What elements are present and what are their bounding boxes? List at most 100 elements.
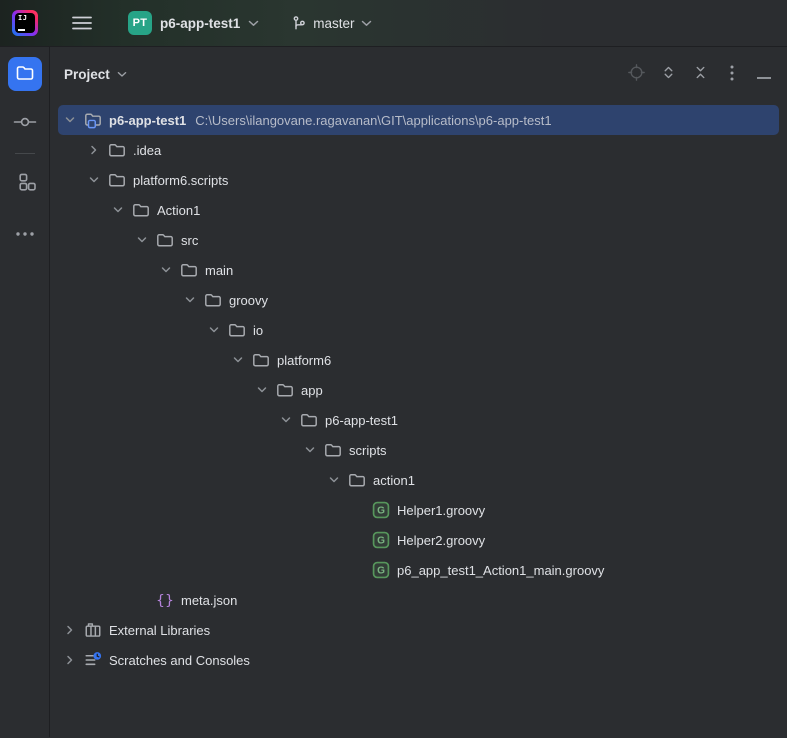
folder-icon bbox=[300, 411, 318, 429]
tree-row[interactable]: groovy bbox=[58, 285, 779, 315]
project-view-selector[interactable]: Project bbox=[64, 67, 127, 82]
tree-row[interactable]: G Helper2.groovy bbox=[58, 525, 779, 555]
folder-icon bbox=[15, 63, 35, 86]
tree-item-label: src bbox=[181, 232, 199, 248]
tree-row[interactable]: Action1 bbox=[58, 195, 779, 225]
expand-all-icon bbox=[661, 64, 676, 84]
folder-icon bbox=[204, 291, 222, 309]
chevron-down-icon[interactable] bbox=[254, 382, 270, 398]
library-icon bbox=[84, 621, 102, 639]
tree-row[interactable]: External Libraries bbox=[58, 615, 779, 645]
branch-name: master bbox=[313, 15, 355, 31]
minimize-icon bbox=[756, 67, 772, 82]
git-branch-icon bbox=[293, 16, 306, 30]
chevron-down-icon[interactable] bbox=[86, 172, 102, 188]
project-panel-header: Project bbox=[50, 47, 787, 101]
hamburger-menu-icon[interactable] bbox=[72, 15, 92, 31]
collapse-all-icon bbox=[693, 64, 708, 84]
tree-row[interactable]: .idea bbox=[58, 135, 779, 165]
project-selector[interactable]: PT p6-app-test1 bbox=[122, 7, 265, 39]
commit-icon bbox=[13, 110, 37, 137]
commit-tool-button[interactable] bbox=[8, 106, 42, 140]
folder-icon bbox=[252, 351, 270, 369]
tree-item-label: io bbox=[253, 322, 264, 338]
svg-text:{: { bbox=[156, 593, 164, 609]
locate-file-button[interactable] bbox=[626, 64, 646, 84]
tree-item-label: Helper1.groovy bbox=[397, 502, 486, 518]
tree-item-label: main bbox=[205, 262, 234, 278]
project-tool-button[interactable] bbox=[7, 57, 42, 91]
folder-icon bbox=[132, 201, 150, 219]
more-tools-button[interactable] bbox=[8, 215, 42, 249]
chevron-down-icon[interactable] bbox=[230, 352, 246, 368]
main-toolbar: IJ PT p6-app-test1 master bbox=[0, 0, 787, 47]
chevron-down-icon[interactable] bbox=[278, 412, 294, 428]
chevron-down-icon[interactable] bbox=[158, 262, 174, 278]
folder-icon bbox=[348, 471, 366, 489]
tree-item-label: p6-app-test1 bbox=[325, 412, 398, 428]
tree-row[interactable]: main bbox=[58, 255, 779, 285]
collapse-all-button[interactable] bbox=[690, 64, 710, 84]
tree-item-label: p6-app-test1 bbox=[109, 112, 187, 128]
structure-tool-button[interactable] bbox=[8, 166, 42, 200]
folder-icon bbox=[324, 441, 342, 459]
tree-item-label: .idea bbox=[133, 142, 162, 158]
svg-text:G: G bbox=[377, 566, 385, 577]
tree-item-label: action1 bbox=[373, 472, 415, 488]
chevron-right-icon[interactable] bbox=[62, 622, 78, 638]
tree-item-label: Action1 bbox=[157, 202, 201, 218]
chevron-down-icon bbox=[249, 20, 259, 26]
branch-selector[interactable]: master bbox=[285, 11, 377, 35]
tree-row[interactable]: {} meta.json bbox=[58, 585, 779, 615]
project-folder-icon bbox=[84, 111, 102, 129]
chevron-right-icon[interactable] bbox=[62, 652, 78, 668]
chevron-down-icon[interactable] bbox=[134, 232, 150, 248]
tree-item-label: meta.json bbox=[181, 592, 238, 608]
more-options-button[interactable] bbox=[722, 64, 742, 84]
svg-text:}: } bbox=[165, 593, 173, 609]
tree-item-label: platform6.scripts bbox=[133, 172, 229, 188]
tree-item-path: C:\Users\ilangovane.ragavanan\GIT\applic… bbox=[195, 112, 552, 128]
chevron-down-icon[interactable] bbox=[182, 292, 198, 308]
tree-item-label: platform6 bbox=[277, 352, 332, 368]
folder-icon bbox=[108, 141, 126, 159]
tree-row[interactable]: p6-app-test1 C:\Users\ilangovane.ragavana… bbox=[58, 105, 779, 135]
expand-all-button[interactable] bbox=[658, 64, 678, 84]
tree-row[interactable]: scripts bbox=[58, 435, 779, 465]
tree-item-label: scripts bbox=[349, 442, 387, 458]
tree-row[interactable]: G Helper1.groovy bbox=[58, 495, 779, 525]
tree-row[interactable]: Gp6_app_test1_Action1_main.groovy bbox=[58, 555, 779, 585]
json-file-icon: {} bbox=[156, 591, 174, 609]
scratches-icon bbox=[84, 651, 102, 669]
hide-panel-button[interactable] bbox=[754, 64, 774, 84]
chevron-down-icon[interactable] bbox=[302, 442, 318, 458]
chevron-down-icon[interactable] bbox=[206, 322, 222, 338]
folder-icon bbox=[108, 171, 126, 189]
chevron-right-icon[interactable] bbox=[86, 142, 102, 158]
tree-row[interactable]: src bbox=[58, 225, 779, 255]
svg-text:G: G bbox=[377, 536, 385, 547]
tree-row[interactable]: app bbox=[58, 375, 779, 405]
chevron-down-icon[interactable] bbox=[326, 472, 342, 488]
tree-row[interactable]: platform6 bbox=[58, 345, 779, 375]
tree-row[interactable]: platform6.scripts bbox=[58, 165, 779, 195]
tree-row[interactable]: action1 bbox=[58, 465, 779, 495]
groovy-file-icon: G bbox=[372, 561, 390, 579]
project-file-tree: p6-app-test1 C:\Users\ilangovane.ragavana… bbox=[50, 101, 787, 737]
chevron-down-icon bbox=[117, 71, 127, 77]
chevron-down-icon[interactable] bbox=[110, 202, 126, 218]
chevron-down-icon[interactable] bbox=[62, 112, 78, 128]
stripe-divider bbox=[14, 153, 35, 154]
tree-row[interactable]: Scratches and Consoles bbox=[58, 645, 779, 675]
panel-title: Project bbox=[64, 66, 110, 82]
tree-row[interactable]: io bbox=[58, 315, 779, 345]
tree-item-label: groovy bbox=[229, 292, 269, 308]
intellij-idea-logo-icon: IJ bbox=[12, 10, 38, 36]
tree-row[interactable]: p6-app-test1 bbox=[58, 405, 779, 435]
folder-icon bbox=[180, 261, 198, 279]
kebab-menu-icon bbox=[730, 65, 734, 84]
